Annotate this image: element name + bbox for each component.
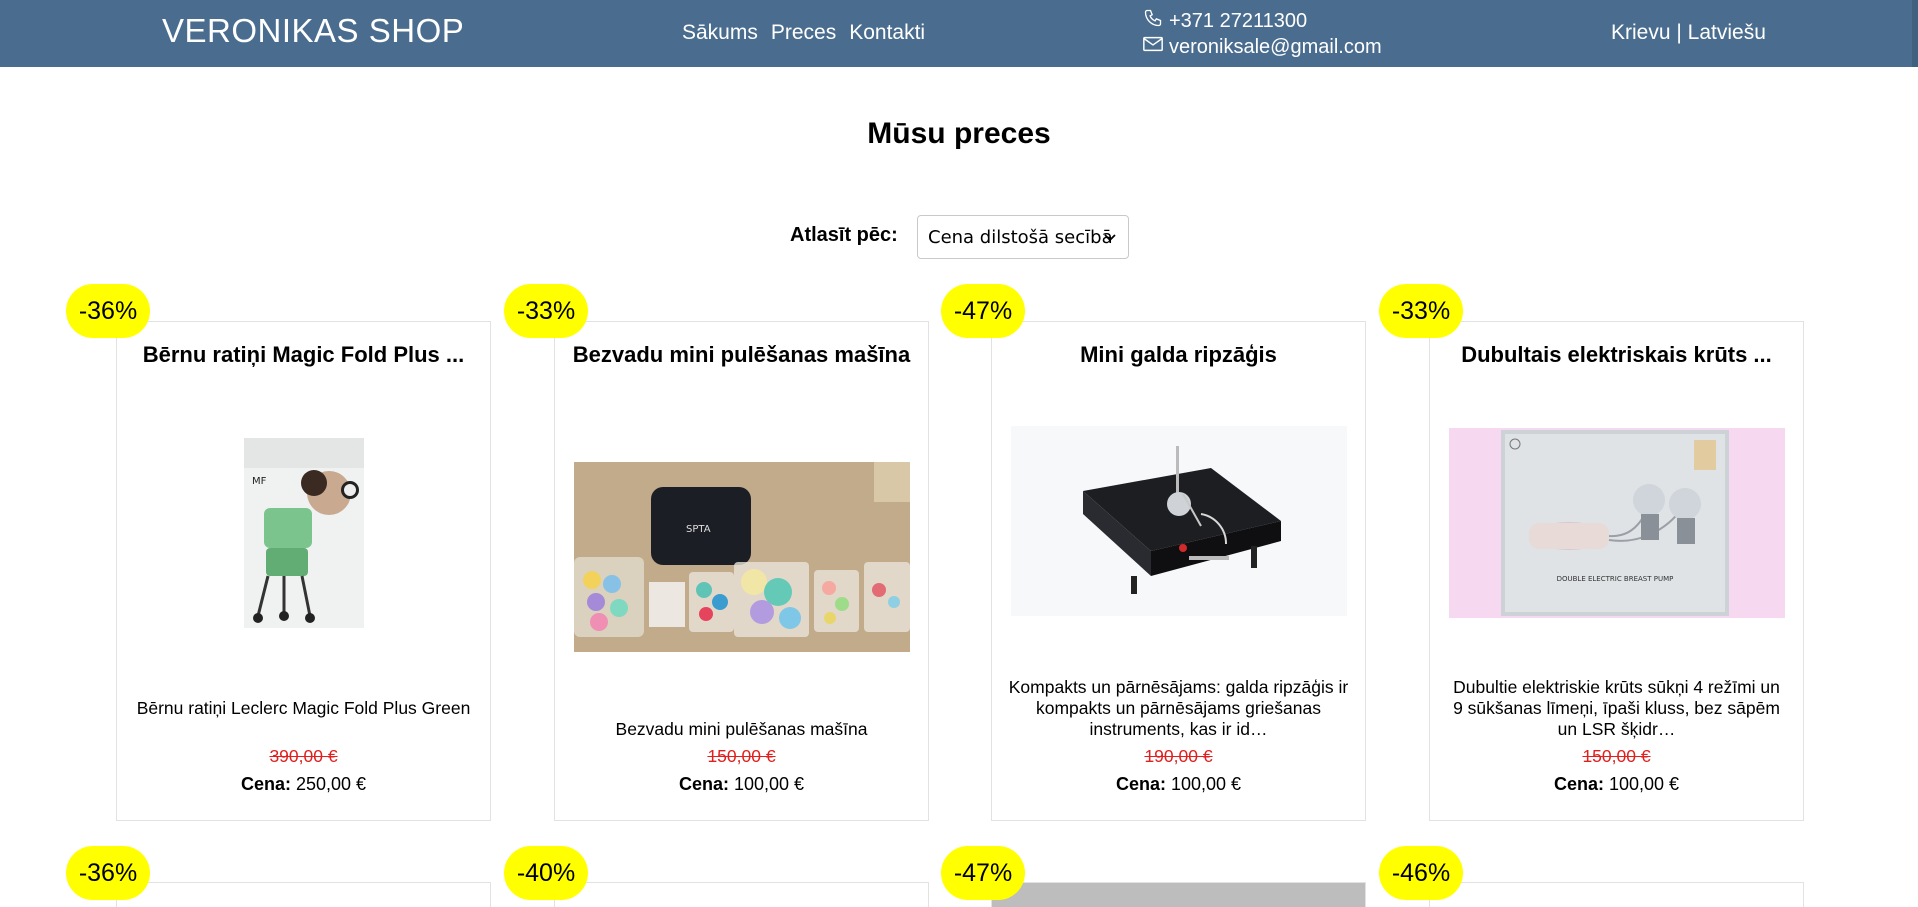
- nav-contacts[interactable]: Kontakti: [849, 21, 925, 45]
- email-row: veroniksale@gmail.com: [1142, 34, 1382, 60]
- discount-badge: -36%: [66, 284, 150, 338]
- price-label: Cena:: [1115, 774, 1166, 794]
- sort-label: Atlasīt pēc:: [790, 224, 898, 246]
- product-card[interactable]: Bezvadu mini pulēšanas mašīna SPTA Bezva…: [554, 321, 929, 821]
- lang-latvian[interactable]: Latviešu: [1688, 21, 1766, 44]
- svg-text:MF: MF: [252, 476, 267, 487]
- product-image[interactable]: [1011, 426, 1347, 616]
- product-description: Bērnu ratiņi Leclerc Magic Fold Plus Gre…: [136, 698, 471, 718]
- product-card[interactable]: [991, 882, 1366, 907]
- nav-home[interactable]: Sākums: [682, 21, 758, 45]
- price-value: 250,00 €: [290, 774, 367, 794]
- product-description: Dubultie elektriskie krūts sūkņi 4 režīm…: [1453, 677, 1780, 739]
- price-value: 100,00 €: [1165, 774, 1242, 794]
- phone-icon: [1142, 8, 1164, 34]
- chevron-down-icon: [1102, 229, 1118, 245]
- product-price: Cena: 100,00 €: [555, 774, 928, 795]
- contact-info: +371 27211300 veroniksale@gmail.com: [1142, 8, 1382, 60]
- product-card[interactable]: Bērnu ratiņi Magic Fold Plus ... MF Bērn…: [116, 321, 491, 821]
- price-value: 100,00 €: [1603, 774, 1680, 794]
- product-old-price: 150,00 €: [707, 746, 776, 766]
- lang-russian[interactable]: Krievu: [1611, 21, 1671, 44]
- language-switcher: Krievu | Latviešu: [1611, 21, 1766, 45]
- product-image[interactable]: SPTA: [574, 462, 910, 652]
- product-card[interactable]: Mini galda ripzāģis Kompakts un pārnēsāj…: [991, 321, 1366, 821]
- product-description: Bezvadu mini pulēšanas mašīna: [615, 719, 868, 739]
- discount-badge: -47%: [941, 284, 1025, 338]
- svg-text:SPTA: SPTA: [686, 524, 711, 535]
- product-card[interactable]: [554, 882, 929, 907]
- discount-badge: -33%: [1379, 284, 1463, 338]
- main-nav: Sākums Preces Kontakti: [682, 21, 925, 45]
- product-image[interactable]: MF: [244, 438, 364, 628]
- price-label: Cena:: [240, 774, 291, 794]
- product-card[interactable]: [116, 882, 491, 907]
- product-title[interactable]: Dubultais elektriskais krūts ...: [1444, 342, 1789, 368]
- sort-selected-value: Cena dilstošā secībā: [928, 226, 1113, 248]
- discount-badge: -47%: [941, 846, 1025, 900]
- discount-badge: -46%: [1379, 846, 1463, 900]
- discount-badge: -33%: [504, 284, 588, 338]
- product-price: Cena: 100,00 €: [992, 774, 1365, 795]
- phone-number[interactable]: +371 27211300: [1169, 9, 1307, 33]
- image-caption: DOUBLE ELECTRIC BREAST PUMP: [1557, 575, 1674, 583]
- price-value: 100,00 €: [728, 774, 805, 794]
- price-label: Cena:: [1553, 774, 1604, 794]
- product-old-price: 150,00 €: [1582, 746, 1651, 766]
- product-card[interactable]: [1429, 882, 1804, 907]
- phone-row: +371 27211300: [1142, 8, 1382, 34]
- product-card[interactable]: Dubultais elektriskais krūts ... DOUBLE …: [1429, 321, 1804, 821]
- mail-icon: [1142, 34, 1164, 60]
- product-title[interactable]: Bezvadu mini pulēšanas mašīna: [569, 342, 914, 368]
- discount-badge: -36%: [66, 846, 150, 900]
- product-title[interactable]: Mini galda ripzāģis: [1006, 342, 1351, 368]
- email-address[interactable]: veroniksale@gmail.com: [1169, 35, 1382, 59]
- price-label: Cena:: [678, 774, 729, 794]
- top-navbar: VERONIKAS SHOP Sākums Preces Kontakti +3…: [0, 0, 1918, 67]
- brand-logo[interactable]: VERONIKAS SHOP: [162, 12, 464, 50]
- lang-separator: |: [1670, 21, 1688, 44]
- scrollbar[interactable]: [1912, 0, 1918, 67]
- product-image[interactable]: DOUBLE ELECTRIC BREAST PUMP: [1449, 428, 1785, 618]
- product-old-price: 390,00 €: [269, 746, 338, 766]
- product-price: Cena: 100,00 €: [1430, 774, 1803, 795]
- product-price: Cena: 250,00 €: [117, 774, 490, 795]
- product-old-price: 190,00 €: [1144, 746, 1213, 766]
- product-title[interactable]: Bērnu ratiņi Magic Fold Plus ...: [131, 342, 476, 368]
- nav-products[interactable]: Preces: [771, 21, 836, 45]
- page-title: Mūsu preces: [867, 117, 1051, 150]
- sort-dropdown[interactable]: Cena dilstošā secībā: [917, 215, 1129, 259]
- discount-badge: -40%: [504, 846, 588, 900]
- product-description: Kompakts un pārnēsājams: galda ripzāģis …: [1008, 677, 1349, 739]
